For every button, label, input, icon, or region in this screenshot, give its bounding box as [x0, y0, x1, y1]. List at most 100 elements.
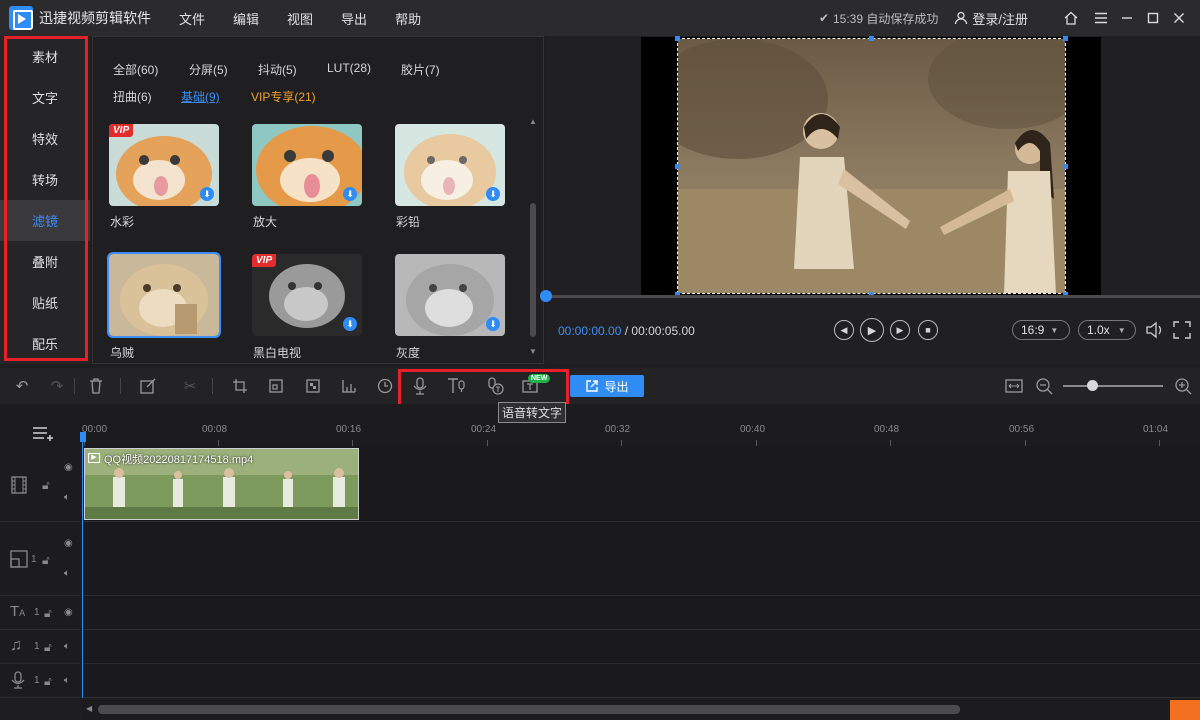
filter-tab-shake[interactable]: 抖动(5) — [258, 61, 297, 78]
volume-icon[interactable] — [1144, 319, 1166, 344]
filter-thumb-sepia[interactable] — [107, 252, 221, 338]
filter-scroll-thumb[interactable] — [530, 203, 536, 337]
menu-edit[interactable]: 编辑 — [233, 9, 259, 28]
track-text[interactable] — [82, 596, 1200, 630]
category-transitions[interactable]: 转场 — [0, 159, 90, 200]
lock-icon[interactable]: 🔓︎ — [44, 606, 52, 621]
zoom-slider-knob[interactable] — [1087, 380, 1098, 391]
playhead-marker[interactable] — [80, 432, 86, 442]
download-icon[interactable]: ⬇ — [200, 187, 214, 201]
menu-file[interactable]: 文件 — [179, 9, 205, 28]
category-material[interactable]: 素材 — [0, 36, 90, 77]
home-icon[interactable] — [1058, 0, 1084, 36]
speed-select[interactable]: 1.0x ▼ — [1078, 320, 1136, 340]
resize-handle[interactable] — [675, 36, 680, 41]
resize-handle[interactable] — [1063, 36, 1068, 41]
zoom-slider-track[interactable] — [1063, 385, 1163, 387]
audio-level-icon[interactable] — [339, 376, 359, 396]
zoom-out-icon[interactable] — [1034, 376, 1054, 396]
timeline-ruler[interactable]: 00:00 00:08 00:16 00:24 00:32 00:40 00:4… — [0, 404, 1200, 446]
filter-tab-split[interactable]: 分屏(5) — [189, 61, 228, 78]
lock-icon[interactable]: 🔓︎ — [44, 640, 52, 655]
download-icon[interactable]: ⬇ — [343, 317, 357, 331]
filter-tab-distort[interactable]: 扭曲(6) — [113, 88, 152, 105]
login-button[interactable]: 登录/注册 — [954, 9, 1028, 28]
aspect-ratio-select[interactable]: 16:9 ▼ — [1012, 320, 1070, 340]
resize-handle[interactable] — [869, 36, 874, 41]
menu-icon[interactable] — [1088, 0, 1114, 36]
track-voice[interactable] — [82, 664, 1200, 698]
filter-tab-lut[interactable]: LUT(28) — [327, 61, 371, 75]
split-icon[interactable]: ✂ — [180, 376, 200, 396]
scroll-up-icon[interactable]: ▲ — [529, 117, 537, 126]
filter-tab-vip[interactable]: VIP专享(21) — [251, 88, 316, 105]
mosaic-icon[interactable] — [303, 376, 323, 396]
minimize-icon[interactable] — [1114, 0, 1140, 36]
filter-tab-all[interactable]: 全部(60) — [113, 61, 158, 78]
category-overlay[interactable]: 叠附 — [0, 241, 90, 282]
speech-to-text-icon[interactable] — [485, 376, 505, 396]
scroll-left-icon[interactable]: ◀ — [86, 704, 92, 713]
close-icon[interactable] — [1166, 0, 1192, 36]
fit-timeline-icon[interactable] — [1004, 376, 1024, 396]
category-effects[interactable]: 特效 — [0, 118, 90, 159]
text-to-speech-icon[interactable] — [447, 376, 467, 396]
timeline-scroll-thumb[interactable] — [98, 705, 960, 714]
category-filters[interactable]: 滤镜 — [0, 200, 90, 241]
record-voice-icon[interactable] — [410, 376, 430, 396]
edit-icon[interactable] — [138, 376, 158, 396]
speaker-icon[interactable]: 🔈︎ — [64, 675, 70, 686]
filter-tab-film[interactable]: 胶片(7) — [401, 61, 440, 78]
next-frame-button[interactable]: ▶ — [890, 320, 910, 340]
zoom-in-icon[interactable] — [1173, 376, 1193, 396]
fullscreen-icon[interactable] — [1171, 319, 1193, 344]
stop-button[interactable]: ■ — [918, 320, 938, 340]
download-icon[interactable]: ⬇ — [486, 187, 500, 201]
lock-icon[interactable]: 🔓︎ — [42, 478, 50, 493]
speaker-icon[interactable]: 🔈︎ — [64, 568, 70, 579]
clock-icon[interactable] — [375, 376, 395, 396]
maximize-icon[interactable] — [1140, 0, 1166, 36]
playhead-line[interactable] — [82, 432, 83, 698]
playback-progress-bar[interactable] — [540, 290, 1200, 302]
filter-thumb-watercolor[interactable]: VIP ⬇ — [109, 124, 219, 206]
video-clip[interactable]: ▶ QQ视频20220817174518.mp4 — [84, 448, 359, 520]
filter-thumb-pencil[interactable]: ⬇ — [395, 124, 505, 206]
undo-icon[interactable]: ↶ — [12, 376, 32, 396]
add-track-icon[interactable] — [32, 426, 56, 445]
preview-frame[interactable] — [677, 38, 1066, 294]
eye-icon[interactable]: ◉ — [64, 462, 73, 473]
filter-thumb-bw-tv[interactable]: VIP ⬇ — [252, 254, 362, 336]
speaker-icon[interactable]: 🔈︎ — [64, 492, 70, 503]
lock-icon[interactable]: 🔓︎ — [42, 553, 50, 568]
filter-scrollbar[interactable]: ▲ ▼ — [528, 117, 538, 356]
category-text[interactable]: 文字 — [0, 77, 90, 118]
delete-icon[interactable] — [86, 376, 106, 396]
prev-frame-button[interactable]: ◀ — [834, 320, 854, 340]
lock-icon[interactable]: 🔓︎ — [44, 674, 52, 689]
eye-icon[interactable]: ◉ — [64, 607, 73, 618]
category-music[interactable]: 配乐 — [0, 323, 90, 364]
eye-icon[interactable]: ◉ — [64, 538, 73, 549]
menu-view[interactable]: 视图 — [287, 9, 313, 28]
category-stickers[interactable]: 贴纸 — [0, 282, 90, 323]
track-music[interactable] — [82, 630, 1200, 664]
crop-icon[interactable] — [230, 376, 250, 396]
timeline-scrollbar[interactable]: ◀ — [82, 700, 1200, 720]
speaker-icon[interactable]: 🔈︎ — [64, 641, 70, 652]
filter-tab-basic[interactable]: 基础(9) — [181, 88, 220, 105]
download-icon[interactable]: ⬇ — [486, 317, 500, 331]
redo-icon[interactable]: ↷ — [47, 376, 67, 396]
export-button[interactable]: 导出 — [570, 375, 644, 397]
resize-handle[interactable] — [1063, 164, 1068, 169]
progress-knob[interactable] — [540, 290, 552, 302]
filter-thumb-grayscale[interactable]: ⬇ — [395, 254, 505, 336]
track-overlay[interactable] — [82, 522, 1200, 596]
filter-thumb-zoom[interactable]: ⬇ — [252, 124, 362, 206]
play-button[interactable]: ▶ — [860, 318, 884, 342]
resize-handle[interactable] — [675, 164, 680, 169]
menu-export[interactable]: 导出 — [341, 9, 367, 28]
menu-help[interactable]: 帮助 — [395, 9, 421, 28]
scroll-down-icon[interactable]: ▼ — [529, 347, 537, 356]
download-icon[interactable]: ⬇ — [343, 187, 357, 201]
